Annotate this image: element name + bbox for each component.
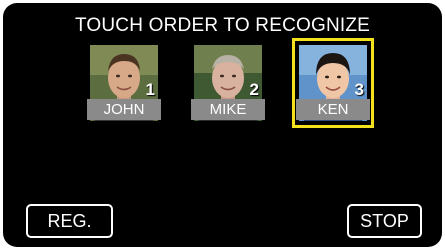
screen-title: TOUCH ORDER TO RECOGNIZE — [74, 15, 371, 36]
face-item-mike[interactable]: 2 MIKE — [191, 45, 265, 121]
face-item-ken[interactable]: 3 KEN — [292, 38, 374, 128]
camera-screen: TOUCH ORDER TO RECOGNIZE 1 JOHN 2 MIKE 3… — [3, 3, 442, 247]
face-item-john[interactable]: 1 JOHN — [87, 45, 161, 121]
order-number: 1 — [145, 80, 155, 99]
order-number: 2 — [249, 80, 259, 99]
order-number: 3 — [354, 80, 364, 99]
stop-button[interactable]: STOP — [347, 204, 422, 238]
reg-button[interactable]: REG. — [26, 204, 113, 238]
face-name-label: KEN — [296, 99, 370, 120]
face-name-label: JOHN — [87, 99, 161, 120]
face-name-label: MIKE — [191, 99, 265, 120]
